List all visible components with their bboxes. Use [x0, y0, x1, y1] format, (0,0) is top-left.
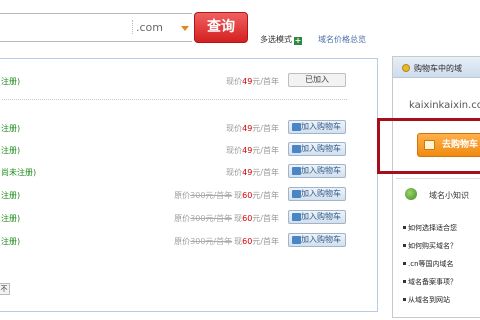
- domain-status[interactable]: 注册): [1, 236, 20, 247]
- go-to-cart-button[interactable]: 去购物车: [417, 133, 480, 157]
- cart-domain: kaixinkaixin.com: [409, 100, 480, 111]
- tip-link[interactable]: 如何购买域名？: [408, 241, 457, 251]
- added-button[interactable]: 已加入: [288, 73, 346, 87]
- price-text: 现价49元/首年: [226, 77, 279, 86]
- chevron-down-icon[interactable]: [181, 26, 189, 31]
- add-to-cart-button[interactable]: 加入购物车: [288, 187, 346, 201]
- bulb-icon: [402, 64, 410, 72]
- cart-icon: [292, 145, 301, 153]
- bullet-icon: [403, 262, 406, 265]
- domain-status[interactable]: 注册): [1, 213, 20, 224]
- bullet-icon: [403, 280, 406, 283]
- price-overview-link[interactable]: 域名价格总览: [318, 34, 366, 45]
- result-row: 尚未注册) 现价49元/首年 加入购物车: [0, 164, 379, 180]
- domain-status[interactable]: 注册): [1, 76, 20, 87]
- domain-status[interactable]: 尚未注册): [1, 167, 36, 178]
- multi-mode-label: 多选模式: [260, 35, 292, 44]
- cart-header: 购物车中的域: [393, 57, 480, 78]
- bullet-icon: [403, 226, 406, 229]
- search-input[interactable]: [0, 13, 192, 42]
- cart-title: 购物车中的域: [414, 64, 462, 73]
- cart-icon: [292, 236, 301, 244]
- domain-status[interactable]: 注册): [1, 145, 20, 156]
- result-row: 注册) 原价300元/首年 现60元/首年 加入购物车: [0, 210, 379, 226]
- domain-status[interactable]: 注册): [1, 190, 20, 201]
- domain-status[interactable]: 注册): [1, 123, 20, 134]
- price-text: 原价300元/首年 现60元/首年: [174, 214, 279, 223]
- result-row: 注册) 现价49元/首年 加入购物车: [0, 120, 379, 136]
- tip-link[interactable]: .cn等国内域名: [408, 259, 454, 269]
- cart-icon: [292, 190, 301, 198]
- bullet-icon: [403, 244, 406, 247]
- tip-link[interactable]: 如何选择适合您: [408, 223, 457, 233]
- divider: [2, 99, 347, 100]
- add-to-cart-button[interactable]: 加入购物车: [288, 142, 346, 156]
- add-to-cart-button[interactable]: 加入购物车: [288, 210, 346, 224]
- domain-suffix-select[interactable]: .com: [136, 21, 163, 34]
- add-to-cart-button[interactable]: 加入购物车: [288, 164, 346, 178]
- bullet-icon: [403, 298, 406, 301]
- tip-link[interactable]: 从域名到网站: [408, 295, 450, 305]
- result-row: 注册) 现价49元/首年 已加入: [0, 73, 379, 89]
- search-button[interactable]: 查询: [194, 12, 248, 43]
- cart-icon: [424, 140, 435, 150]
- result-row: 注册) 原价300元/首年 现60元/首年 加入购物车: [0, 233, 379, 249]
- result-row: 注册) 现价49元/首年 加入购物车: [0, 142, 379, 158]
- cart-icon: [292, 213, 301, 221]
- price-text: 现价49元/首年: [226, 168, 279, 177]
- price-text: 原价300元/首年 现60元/首年: [174, 191, 279, 200]
- tip-link[interactable]: 域名备案事项？: [408, 277, 457, 287]
- price-text: 现价49元/首年: [226, 146, 279, 155]
- multi-mode-toggle[interactable]: 多选模式 +: [260, 34, 302, 45]
- cart-icon: [292, 123, 301, 131]
- price-text: 现价49元/首年: [226, 124, 279, 133]
- result-row: 注册) 原价300元/首年 现60元/首年 加入购物车: [0, 187, 379, 203]
- knowledge-title: 域名小知识: [429, 191, 469, 200]
- cart-icon: [292, 167, 301, 175]
- results-panel: 注册) 现价49元/首年 已加入 注册) 现价49元/首年 加入购物车 注册) …: [0, 58, 378, 312]
- divider: [132, 20, 133, 34]
- price-text: 原价300元/首年 现60元/首年: [174, 237, 279, 246]
- plus-icon[interactable]: +: [294, 37, 302, 45]
- go-to-cart-label: 去购物车: [442, 140, 479, 150]
- leaf-icon: [405, 188, 417, 200]
- add-to-cart-button[interactable]: 加入购物车: [288, 120, 346, 134]
- divider: [396, 178, 480, 179]
- select-all-button[interactable]: 不: [0, 283, 10, 295]
- add-to-cart-button[interactable]: 加入购物车: [288, 233, 346, 247]
